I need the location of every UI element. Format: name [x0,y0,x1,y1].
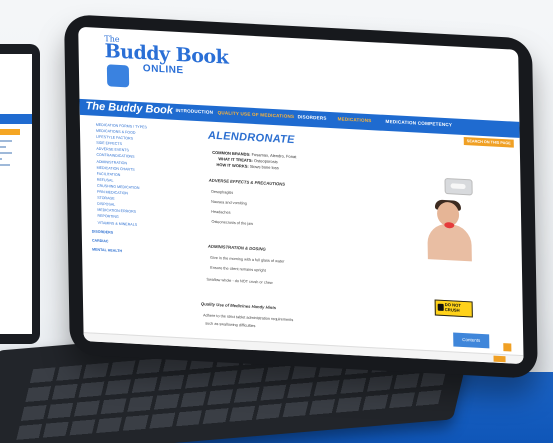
how-label: HOW IT WORKS: [216,162,249,169]
contents-button[interactable]: Contents [453,332,490,349]
person-body [427,223,472,262]
buddy-book-logo[interactable]: The Buddy Book ONLINE [88,33,228,97]
nav-introduction[interactable]: INTRODUCTION [176,108,214,115]
background-text-line [0,152,12,154]
tablet-screen: The Buddy Book ONLINE The Buddy Book INT… [78,26,524,365]
medication-content: ALENDRONATE COMMON BRANDS: Fosamax, Alen… [188,129,493,349]
section-quality-hints: Quality Use of Medicines Handy Hints [200,301,277,311]
admin-item: Swallow whole - do NOT crush or chew [206,277,273,285]
logo-sub-text: ONLINE [142,63,184,77]
bottom-bar-accent [493,355,506,363]
background-tablet-navbar [0,114,32,124]
tablet-device: The Buddy Book ONLINE The Buddy Book INT… [64,14,538,379]
do-not-crush-sign: DO NOT CRUSH [434,299,473,318]
how-value: Slows bone loss [249,163,279,171]
scroll-top-button[interactable] [503,343,512,352]
pill-icon [450,183,466,190]
page-title: ALENDRONATE [207,129,295,147]
effect-item: Nausea and vomiting [211,199,247,206]
effect-item: Osteonecrosis of the jaw [211,219,254,226]
phone-icon [106,64,130,88]
background-text-line [0,140,12,142]
nav-medication-competency[interactable]: MEDICATION COMPETENCY [385,119,452,128]
section-adverse-effects: ADVERSE EFFECTS & PRECAUTIONS [208,177,286,187]
background-tablet [0,44,40,344]
background-tablet-button [0,129,20,135]
scene: The Buddy Book ONLINE The Buddy Book INT… [0,0,553,443]
crush-icon [437,303,444,311]
do-not-crush-text: DO NOT CRUSH [444,302,462,313]
background-text-line [0,146,6,148]
nav-medications[interactable]: MEDICATIONS [337,116,371,123]
background-text-line [0,164,10,166]
effect-item: Headaches [211,209,231,215]
sore-throat-photo [427,199,472,262]
pill-image [444,177,473,196]
sidebar-menu: MEDICATION FORMS / TYPES MEDICATIONS & F… [90,121,180,257]
background-tablet-screen [0,54,32,334]
quality-item: Adhere to the strict tablet administrati… [203,313,294,323]
section-administration: ADMINISTRATION & DOSING [207,243,266,252]
nav-quality-use[interactable]: QUALITY USE OF MEDICATIONS [218,110,295,119]
navbar-brand[interactable]: The Buddy Book [85,100,173,117]
admin-item: Ensure the client remains upright [210,265,266,273]
sidebar-heading[interactable]: MENTAL HEALTH [92,246,180,257]
nav-disorders[interactable]: DISORDERS [298,114,327,121]
quality-item: such as swallowing difficulties [205,321,256,329]
background-text-line [0,158,2,160]
throat-highlight [444,221,455,229]
admin-item: Give in the morning with a full glass of… [210,255,285,264]
effect-item: Oesophagitis [210,189,234,195]
